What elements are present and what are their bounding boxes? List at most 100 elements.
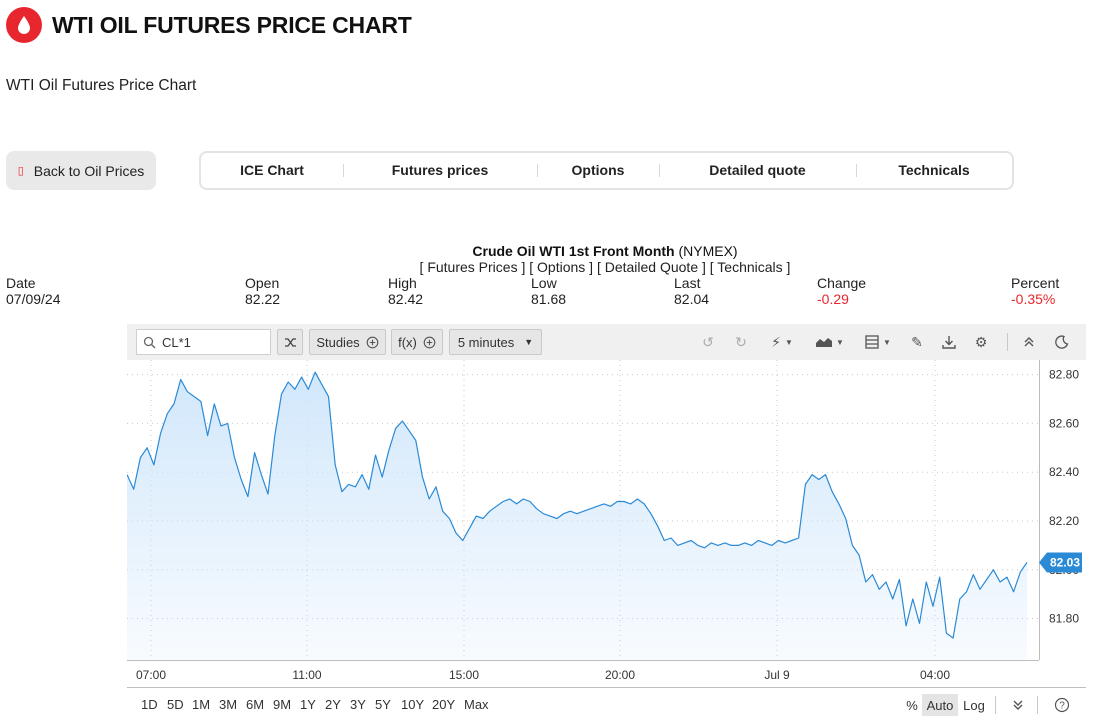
quote-label: Percent [1011,275,1060,291]
quote-label: Last [674,275,701,291]
range-1y[interactable]: 1Y [300,697,316,712]
quote-last: Last 82.04 [674,275,709,307]
area-chart-icon[interactable]: ▼ [813,333,847,351]
scale-percent[interactable]: % [904,694,920,716]
quote-label: High [388,275,417,291]
quote-label: Date [6,275,36,291]
range-bar: 1D 5D 1M 3M 6M 9M 1Y 2Y 3Y 5Y 10Y 20Y Ma… [127,690,1086,720]
page-header: WTI OIL FUTURES PRICE CHART [6,6,412,44]
double-chevron-down-icon[interactable] [1009,694,1027,716]
toolbar-divider [1007,333,1008,351]
search-icon [143,336,156,348]
range-6m[interactable]: 6M [246,697,264,712]
function-button[interactable]: f(x) [391,329,443,355]
bottom-divider [1037,696,1038,714]
gear-icon[interactable]: ⚙ [972,333,990,351]
y-tick-label: 82.80 [1049,368,1079,382]
quote-value: 07/09/24 [6,291,61,307]
chart-toolbar: CL*1 Studies f(x) 5 minutes ▼ ↺ ↻ ⚡ ▼ ▼ ▼… [127,324,1086,360]
x-tick-label: Jul 9 [764,668,790,682]
quote-value: -0.29 [817,291,849,307]
quote-percent: Percent -0.35% [1011,275,1059,307]
chevron-down-icon: ▼ [524,337,534,347]
page-subtitle: WTI Oil Futures Price Chart [6,77,197,94]
y-tick-label: 81.80 [1049,612,1079,626]
price-area-fill [127,372,1027,660]
download-icon[interactable] [940,333,958,351]
price-chart[interactable]: 81.8082.0082.2082.4082.6082.8007:0011:00… [126,360,1086,690]
instrument-name: Crude Oil WTI 1st Front Month [472,243,675,259]
shuffle-icon [284,337,296,347]
function-label: f(x) [398,334,417,350]
help-icon[interactable]: ? [1053,694,1071,716]
quote-value: 82.04 [674,291,710,307]
scale-log[interactable]: Log [960,694,988,716]
quote-value: 82.42 [388,291,424,307]
instrument-title: Crude Oil WTI 1st Front Month (NYMEX) [0,243,1093,259]
lightning-icon[interactable]: ⚡ ▼ [765,333,799,351]
range-5d[interactable]: 5D [167,697,184,712]
tab-technicals[interactable]: Technicals [856,162,1012,178]
interval-select[interactable]: 5 minutes ▼ [449,329,542,355]
oil-drop-icon [6,7,42,43]
studies-label: Studies [316,334,360,350]
svg-text:?: ? [1059,701,1065,712]
quote-label: Change [817,275,867,291]
instrument-exchange: (NYMEX) [678,243,738,259]
quote-date: Date 07/09/24 [6,275,61,307]
range-1d[interactable]: 1D [141,697,158,712]
quote-links[interactable]: [ Futures Prices ] [ Options ] [ Detaile… [0,259,1093,275]
moon-icon[interactable] [1053,333,1071,351]
range-10y[interactable]: 10Y [401,697,424,712]
symbol-search-input[interactable]: CL*1 [136,329,271,355]
compare-shuffle-button[interactable] [277,329,303,355]
range-1m[interactable]: 1M [192,697,210,712]
scale-auto[interactable]: Auto [922,694,958,716]
range-3m[interactable]: 3M [219,697,237,712]
last-price-label: 82.03 [1050,555,1080,569]
symbol-value: CL*1 [162,334,191,350]
tab-detailed-quote[interactable]: Detailed quote [659,162,856,178]
quote-open: Open 82.22 [245,275,280,307]
quote-value: 82.22 [245,291,281,307]
range-9m[interactable]: 9M [273,697,291,712]
bottom-divider [995,696,996,714]
range-3y[interactable]: 3Y [350,697,366,712]
range-max[interactable]: Max [464,697,489,712]
back-button-label: Back to Oil Prices [33,162,145,179]
plus-circle-icon [423,336,436,348]
tab-ice-chart[interactable]: ICE Chart [201,162,343,178]
undo-icon[interactable]: ↺ [699,333,717,351]
plus-circle-icon [366,336,379,348]
quote-value: -0.35% [1011,291,1056,307]
interval-label: 5 minutes [457,334,515,350]
tab-options[interactable]: Options [537,162,659,178]
x-tick-label: 15:00 [449,668,479,682]
y-tick-label: 82.40 [1049,465,1079,479]
y-tick-label: 82.60 [1049,416,1079,430]
x-tick-label: 07:00 [136,668,166,682]
x-tick-label: 20:00 [605,668,635,682]
range-2y[interactable]: 2Y [325,697,341,712]
x-tick-label: 04:00 [920,668,950,682]
quote-value: 81.68 [531,291,567,307]
chart-tab-bar: ICE Chart Futures prices Options Detaile… [199,151,1014,190]
quote-high: High 82.42 [388,275,423,307]
quote-change: Change -0.29 [817,275,866,307]
tab-futures-prices[interactable]: Futures prices [343,162,537,178]
redo-icon[interactable]: ↻ [732,333,750,351]
x-tick-label: 11:00 [292,668,321,682]
layout-icon[interactable]: ▼ [861,333,895,351]
y-tick-label: 82.20 [1049,514,1079,528]
quote-low: Low 81.68 [531,275,566,307]
double-chevron-up-icon[interactable] [1020,333,1038,351]
studies-button[interactable]: Studies [309,329,386,355]
range-5y[interactable]: 5Y [375,697,391,712]
price-chart-svg[interactable]: 81.8082.0082.2082.4082.6082.8007:0011:00… [126,360,1086,690]
range-20y[interactable]: 20Y [432,697,455,712]
square-icon: ▯ [17,165,24,177]
back-to-oil-prices-button[interactable]: ▯ Back to Oil Prices [6,151,156,190]
quote-label: Open [245,275,280,291]
pencil-icon[interactable]: ✎ [908,333,926,351]
quote-label: Low [531,275,557,291]
